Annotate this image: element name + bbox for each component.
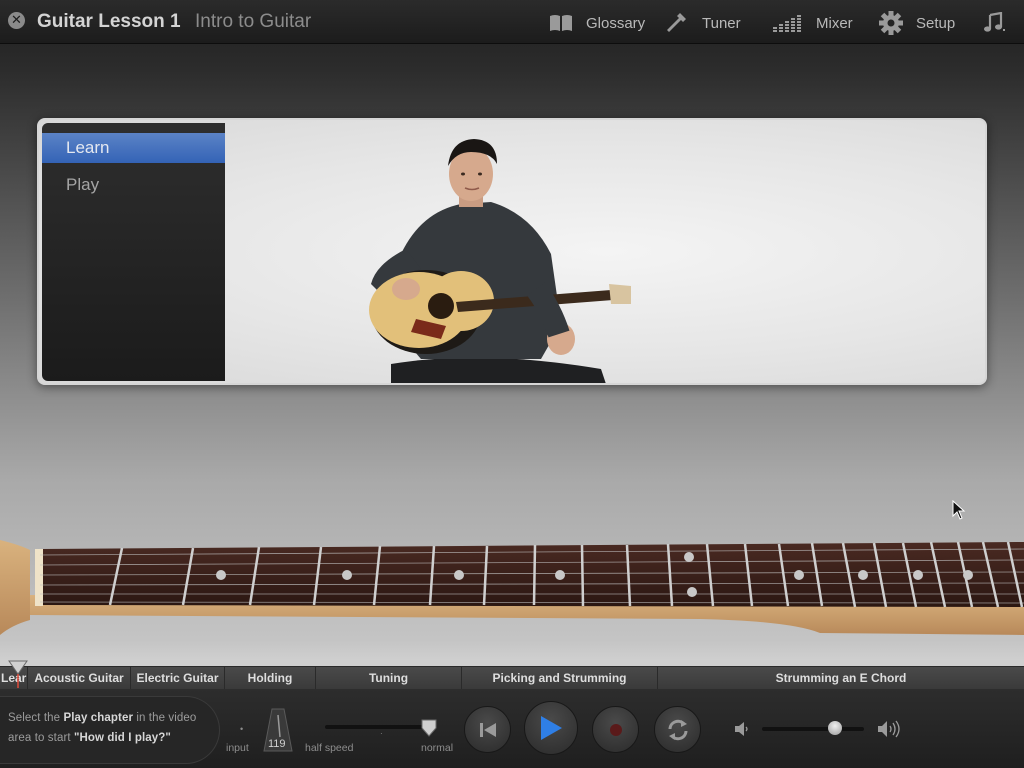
tuner-label: Tuner <box>702 14 741 32</box>
gear-icon <box>879 11 903 35</box>
mixer-label: Mixer <box>816 14 853 32</box>
speed-tick: · <box>380 729 383 738</box>
input-indicator-dot: • <box>240 724 244 734</box>
speed-max-label: normal <box>421 742 454 754</box>
play-icon <box>541 716 562 740</box>
setup-label: Setup <box>916 14 956 32</box>
play-button[interactable] <box>524 701 578 755</box>
mixer-icon <box>773 15 801 32</box>
lesson-subtitle: Intro to Guitar <box>195 11 312 32</box>
timeline-segment[interactable]: Holding <box>225 667 316 690</box>
hint-play-chapter: Play chapter <box>63 712 134 724</box>
skip-back-icon <box>479 722 496 737</box>
hint-bubble: Select the Play chapter in the video are… <box>0 696 220 764</box>
speed-min-label: half speed <box>305 742 354 754</box>
volume-slider-track[interactable] <box>762 727 864 731</box>
rewind-button[interactable] <box>464 706 511 753</box>
record-button[interactable] <box>592 706 639 753</box>
speed-slider-thumb[interactable] <box>421 719 437 737</box>
music-note-icon <box>984 12 1005 32</box>
song-menu-button[interactable] <box>982 11 1018 35</box>
timeline-segment[interactable]: Acoustic Guitar <box>28 667 131 690</box>
book-icon <box>550 15 572 31</box>
instructor-video-frame <box>369 139 631 383</box>
tuning-fork-icon <box>667 13 686 32</box>
volume-low-icon <box>735 722 748 736</box>
close-lesson-button[interactable]: ✕ <box>8 12 25 29</box>
hint-quote: "How did I play?" <box>73 732 171 744</box>
playhead-handle[interactable] <box>8 660 28 688</box>
chapter-learn[interactable]: Learn <box>42 133 225 163</box>
timeline-segment[interactable]: Tuning <box>316 667 462 690</box>
chapter-list: Learn Play <box>42 123 225 381</box>
lesson-timeline[interactable]: Lear Acoustic Guitar Electric Guitar Hol… <box>0 666 1024 690</box>
volume-slider-thumb[interactable] <box>828 721 843 735</box>
control-bar: Select the Play chapter in the video are… <box>0 689 1024 768</box>
glossary-button[interactable]: Glossary <box>548 11 645 35</box>
timeline-segment[interactable]: Strumming an E Chord <box>658 667 1024 690</box>
input-label: input <box>226 742 249 754</box>
cycle-button[interactable] <box>654 706 701 753</box>
chapter-play[interactable]: Play <box>42 169 225 200</box>
mouse-cursor-icon <box>952 500 966 520</box>
video-area[interactable]: Learn Play <box>37 118 987 385</box>
lesson-title: Guitar Lesson 1 <box>37 11 181 32</box>
timeline-segment[interactable]: Picking and Strumming <box>462 667 658 690</box>
volume-high-icon <box>878 720 900 738</box>
record-icon <box>609 723 622 736</box>
loop-icon <box>668 719 687 740</box>
timeline-segment[interactable]: Electric Guitar <box>131 667 225 690</box>
hint-text-prefix: Select the <box>8 712 64 724</box>
tuner-button[interactable]: Tuner <box>664 11 741 35</box>
mixer-button[interactable]: Mixer <box>772 11 853 35</box>
fretboard[interactable] <box>0 535 1024 645</box>
glossary-label: Glossary <box>586 14 646 32</box>
title-bar: ✕ Guitar Lesson 1 Intro to Guitar Glossa… <box>0 0 1024 44</box>
tempo-value: 119 <box>268 738 286 750</box>
setup-button[interactable]: Setup <box>878 11 955 35</box>
